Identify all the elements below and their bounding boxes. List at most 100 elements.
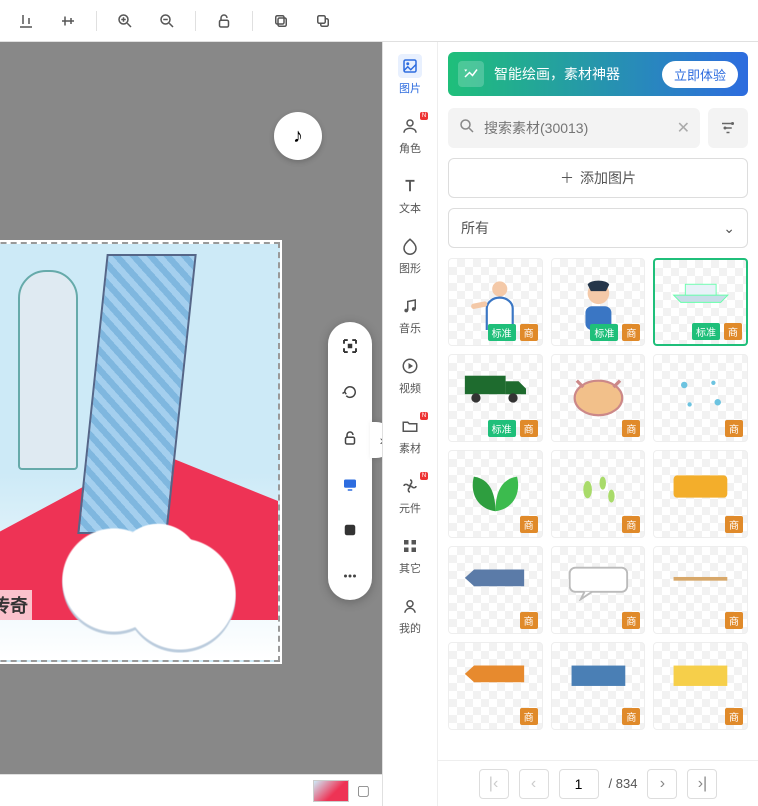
clear-search-icon[interactable]: ✕ <box>677 118 690 138</box>
unlock-icon[interactable] <box>206 3 242 39</box>
zoom-in-icon[interactable] <box>107 3 143 39</box>
display-mode-icon[interactable] <box>336 470 364 498</box>
separator <box>96 11 97 31</box>
tile-thumb <box>463 372 528 424</box>
asset-tile[interactable]: 商 <box>653 354 748 442</box>
nav-item-image[interactable]: 图片 <box>386 50 434 100</box>
align-middle-icon[interactable] <box>50 3 86 39</box>
tile-thumb <box>566 276 631 328</box>
image-icon <box>398 54 422 78</box>
next-page-button[interactable]: › <box>647 769 677 799</box>
nav-item-video[interactable]: 视频 <box>386 350 434 400</box>
nav-label: 我的 <box>399 620 421 636</box>
copy-icon[interactable] <box>263 3 299 39</box>
asset-tile[interactable]: 商 <box>551 450 646 538</box>
filter-button[interactable] <box>708 108 748 148</box>
asset-tile[interactable]: 商 <box>551 642 646 730</box>
nav-item-other[interactable]: 其它 <box>386 530 434 580</box>
ai-paint-icon <box>458 61 484 87</box>
artboard[interactable]: 写传奇 <box>0 242 280 662</box>
tile-badge-com: 商 <box>520 516 538 533</box>
search-box[interactable]: ✕ <box>448 108 700 148</box>
nav-item-asset[interactable]: 素材 N <box>386 410 434 460</box>
more-icon[interactable] <box>336 562 364 590</box>
chevron-right-icon: › <box>380 432 382 448</box>
asset-tile[interactable]: 商 <box>448 450 543 538</box>
tile-thumb <box>463 468 528 520</box>
nav-label: 素材 <box>399 440 421 456</box>
asset-tile[interactable]: 标准商 <box>551 258 646 346</box>
search-input[interactable] <box>484 120 669 136</box>
canvas-caption[interactable]: 写传奇 <box>0 590 32 620</box>
nav-item-role[interactable]: 角色N <box>386 110 434 160</box>
page-input[interactable] <box>559 769 599 799</box>
category-select[interactable]: 所有 ⌄ <box>448 208 748 248</box>
expand-handle[interactable]: › <box>370 422 382 458</box>
page-layout-icon[interactable]: ▢ <box>357 782 370 799</box>
tile-badge-std: 标准 <box>590 324 618 341</box>
nav-label: 视频 <box>399 380 421 396</box>
music-button[interactable]: ♪ <box>274 112 322 160</box>
asset-tile[interactable]: 标准商 <box>653 258 748 346</box>
tile-badge-com: 商 <box>520 420 538 437</box>
asset-tile[interactable]: 标准商 <box>448 354 543 442</box>
prev-page-button[interactable]: ‹ <box>519 769 549 799</box>
tile-badge-com: 商 <box>622 708 640 725</box>
nav-label: 图形 <box>399 260 421 276</box>
focus-mode-icon[interactable] <box>336 332 364 360</box>
floating-toolbar <box>328 322 372 600</box>
tile-badge-com: 商 <box>520 708 538 725</box>
asset-tile[interactable]: 标准商 <box>448 258 543 346</box>
asset-tile[interactable]: 商 <box>653 450 748 538</box>
unlock-icon[interactable] <box>336 424 364 452</box>
paste-icon[interactable] <box>305 3 341 39</box>
asset-tile[interactable]: 商 <box>551 546 646 634</box>
tile-badge-com: 商 <box>725 708 743 725</box>
text-icon <box>398 174 422 198</box>
nav-item-component[interactable]: 元件N <box>386 470 434 520</box>
add-image-button[interactable]: ＋ 添加图片 <box>448 158 748 198</box>
asset-tile[interactable]: 商 <box>448 642 543 730</box>
role-icon <box>398 114 422 138</box>
asset-tile[interactable]: 商 <box>448 546 543 634</box>
separator <box>252 11 253 31</box>
asset-icon <box>398 414 422 438</box>
nav-item-text[interactable]: 文本 <box>386 170 434 220</box>
nav-label: 文本 <box>399 200 421 216</box>
promo-cta-button[interactable]: 立即体验 <box>662 61 738 88</box>
nav-item-mine[interactable]: 我的 <box>386 590 434 640</box>
tower-graphic <box>18 270 78 470</box>
page-thumbnail[interactable] <box>313 780 349 802</box>
asset-tile[interactable]: 商 <box>653 642 748 730</box>
rotate-icon[interactable] <box>336 378 364 406</box>
nav-label: 角色 <box>399 140 421 156</box>
asset-grid: 标准商标准商标准商标准商商商商商商商商商商商商 <box>448 258 748 730</box>
new-badge: N <box>420 412 428 420</box>
asset-tile[interactable]: 商 <box>653 546 748 634</box>
promo-banner[interactable]: 智能绘画，素材神器 立即体验 <box>448 52 748 96</box>
asset-tile[interactable]: 商 <box>551 354 646 442</box>
tile-badge-com: 商 <box>725 420 743 437</box>
tile-thumb <box>669 277 732 327</box>
tile-thumb <box>668 468 733 520</box>
last-page-button[interactable]: ›| <box>687 769 717 799</box>
search-icon <box>458 117 476 140</box>
nav-label: 元件 <box>399 500 421 516</box>
canvas-area[interactable]: ♪ 写传奇 › ▢ <box>0 42 382 806</box>
component-icon <box>398 474 422 498</box>
tile-badge-std: 标准 <box>692 323 720 340</box>
nav-label: 图片 <box>399 80 421 96</box>
info-icon[interactable] <box>336 516 364 544</box>
first-page-button[interactable]: |‹ <box>479 769 509 799</box>
nav-item-music[interactable]: 音乐 <box>386 290 434 340</box>
tile-badge-com: 商 <box>622 324 640 341</box>
tile-thumb <box>463 564 528 616</box>
tile-thumb <box>566 564 631 616</box>
nav-item-shape[interactable]: 图形 <box>386 230 434 280</box>
tile-badge-com: 商 <box>725 612 743 629</box>
zoom-out-icon[interactable] <box>149 3 185 39</box>
tile-thumb <box>668 660 733 712</box>
align-bottom-icon[interactable] <box>8 3 44 39</box>
category-selected: 所有 <box>461 218 489 238</box>
plus-icon: ＋ <box>560 168 574 188</box>
